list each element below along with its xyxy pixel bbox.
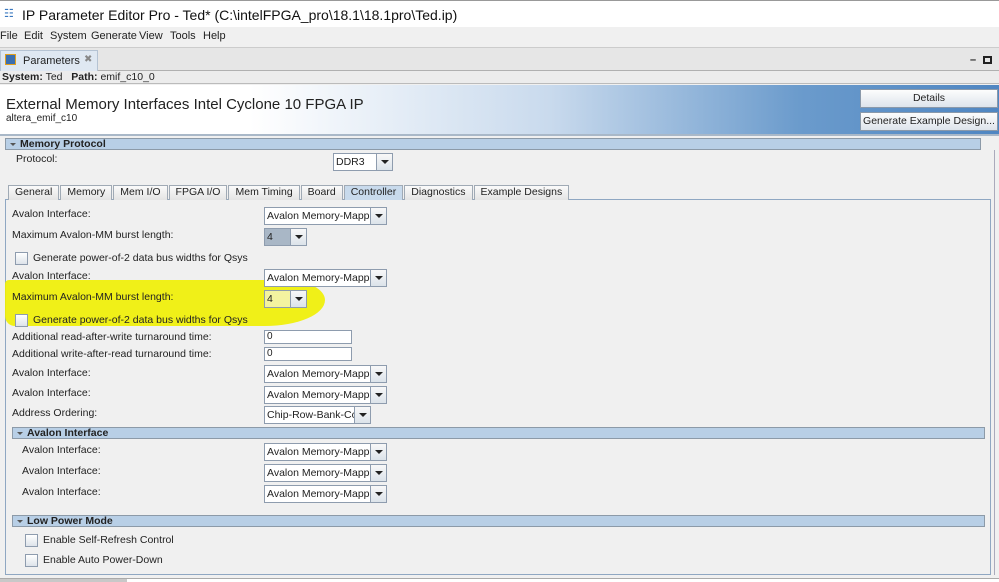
path-value: emif_c10_0 xyxy=(100,71,155,83)
avalon-interface-label: Avalon Interface: xyxy=(22,465,101,477)
select-value: Avalon Memory-Mapped xyxy=(267,272,382,284)
address-ordering-select[interactable]: Chip-Row-Bank-Col xyxy=(264,406,371,424)
tab-mem-timing[interactable]: Mem Timing xyxy=(228,185,300,200)
tab-general[interactable]: General xyxy=(8,185,60,200)
system-value: Ted xyxy=(45,71,63,83)
chevron-down-icon xyxy=(290,229,306,245)
window-title: IP Parameter Editor Pro - Ted* (C:\intel… xyxy=(22,7,458,23)
ip-subtitle: altera_emif_c10 xyxy=(6,113,78,124)
pow2-checkbox[interactable]: Generate power-of-2 data bus widths for … xyxy=(15,314,248,327)
select-value: 4 xyxy=(267,231,273,243)
close-icon[interactable]: ✖ xyxy=(84,54,92,65)
menu-system[interactable]: System xyxy=(50,30,87,42)
war-turnaround-label: Additional write-after-read turnaround t… xyxy=(12,348,212,360)
menu-help[interactable]: Help xyxy=(203,30,226,42)
raw-turnaround-label: Additional read-after-write turnaround t… xyxy=(12,331,212,343)
minimize-icon[interactable]: – xyxy=(970,54,976,66)
chevron-down-icon xyxy=(370,465,386,481)
burst-length-select[interactable]: 4 xyxy=(264,290,307,308)
parameters-tab-label: Parameters xyxy=(23,55,80,67)
pow2-checkbox[interactable]: Generate power-of-2 data bus widths for … xyxy=(15,252,248,265)
tab-example-designs[interactable]: Example Designs xyxy=(473,185,570,200)
select-value: Chip-Row-Bank-Col xyxy=(267,409,360,421)
tab-memory[interactable]: Memory xyxy=(60,185,113,200)
parameters-tab[interactable]: Parameters ✖ xyxy=(0,50,98,72)
menu-file[interactable]: File xyxy=(0,30,18,42)
select-value: Avalon Memory-Mapped xyxy=(267,446,382,458)
tab-mem-io[interactable]: Mem I/O xyxy=(113,185,168,200)
chevron-down-icon xyxy=(376,154,392,170)
protocol-label: Protocol: xyxy=(16,153,58,165)
chevron-down-icon xyxy=(370,270,386,286)
avalon-interface-label: Avalon Interface: xyxy=(22,444,101,456)
menu-bar: File Edit System Generate View Tools Hel… xyxy=(0,27,999,46)
protocol-select[interactable]: DDR3 xyxy=(333,153,393,171)
avalon-interface-select[interactable]: Avalon Memory-Mapped xyxy=(264,207,387,225)
parameters-icon xyxy=(5,54,16,65)
menu-edit[interactable]: Edit xyxy=(24,30,43,42)
chevron-down-icon xyxy=(354,407,370,423)
menu-tools[interactable]: Tools xyxy=(170,30,196,42)
tab-controller[interactable]: Controller xyxy=(343,185,404,200)
chevron-down-icon xyxy=(370,366,386,382)
panel-tab-bar: Parameters ✖ – xyxy=(0,47,999,72)
burst-length-label: Maximum Avalon-MM burst length: xyxy=(12,229,174,241)
avalon-interface-label: Avalon Interface: xyxy=(12,367,91,379)
select-value: 4 xyxy=(267,293,273,305)
ip-banner: External Memory Interfaces Intel Cyclone… xyxy=(0,85,999,136)
horizontal-scrollbar[interactable] xyxy=(0,578,999,582)
chevron-down-icon xyxy=(370,387,386,403)
memory-protocol-section[interactable]: Memory Protocol xyxy=(5,138,981,150)
select-value: Avalon Memory-Mapped xyxy=(267,210,382,222)
parameter-tabs: General Memory Mem I/O FPGA I/O Mem Timi… xyxy=(8,185,570,200)
low-power-mode-section[interactable]: Low Power Mode xyxy=(12,515,985,527)
vertical-scrollbar[interactable] xyxy=(994,150,998,575)
tab-fpga-io[interactable]: FPGA I/O xyxy=(168,185,228,200)
select-value: Avalon Memory-Mapped xyxy=(267,368,382,380)
self-refresh-checkbox[interactable]: Enable Self-Refresh Control xyxy=(25,534,174,547)
app-icon: ☷ xyxy=(4,8,14,20)
ip-title: External Memory Interfaces Intel Cyclone… xyxy=(6,96,364,113)
menu-view[interactable]: View xyxy=(139,30,163,42)
war-turnaround-input[interactable]: 0 xyxy=(264,347,352,361)
path-label: Path: xyxy=(71,71,98,83)
chevron-down-icon xyxy=(370,444,386,460)
avalon-interface-label: Avalon Interface: xyxy=(12,208,91,220)
avalon-interface-select[interactable]: Avalon Memory-Mapped xyxy=(264,386,387,404)
chevron-down-icon xyxy=(370,486,386,502)
avalon-interface-select[interactable]: Avalon Memory-Mapped xyxy=(264,365,387,383)
avalon-interface-label: Avalon Interface: xyxy=(12,387,91,399)
menu-generate[interactable]: Generate xyxy=(91,30,137,42)
avalon-interface-label: Avalon Interface: xyxy=(12,270,91,282)
select-value: Avalon Memory-Mapped xyxy=(267,488,382,500)
title-bar: ☷ IP Parameter Editor Pro - Ted* (C:\int… xyxy=(0,0,999,27)
protocol-value: DDR3 xyxy=(336,156,365,168)
avalon-interface-select[interactable]: Avalon Memory-Mapped xyxy=(264,269,387,287)
avalon-interface-select[interactable]: Avalon Memory-Mapped xyxy=(264,443,387,461)
avalon-interface-select[interactable]: Avalon Memory-Mapped xyxy=(264,464,387,482)
details-button[interactable]: Details xyxy=(860,89,998,108)
auto-power-down-checkbox[interactable]: Enable Auto Power-Down xyxy=(25,554,163,567)
tab-diagnostics[interactable]: Diagnostics xyxy=(404,185,473,200)
avalon-interface-label: Avalon Interface: xyxy=(22,486,101,498)
chevron-down-icon xyxy=(370,208,386,224)
avalon-interface-section[interactable]: Avalon Interface xyxy=(12,427,985,439)
chevron-down-icon xyxy=(290,291,306,307)
tab-board[interactable]: Board xyxy=(300,185,343,200)
system-label: System: xyxy=(2,71,43,83)
generate-example-design-button[interactable]: Generate Example Design... xyxy=(860,112,998,131)
raw-turnaround-input[interactable]: 0 xyxy=(264,330,352,344)
select-value: Avalon Memory-Mapped xyxy=(267,389,382,401)
burst-length-select[interactable]: 4 xyxy=(264,228,307,246)
avalon-interface-select[interactable]: Avalon Memory-Mapped xyxy=(264,485,387,503)
address-ordering-label: Address Ordering: xyxy=(12,407,98,419)
system-path-row: System: Ted Path: emif_c10_0 xyxy=(0,71,999,84)
burst-length-label: Maximum Avalon-MM burst length: xyxy=(12,291,174,303)
select-value: Avalon Memory-Mapped xyxy=(267,467,382,479)
restore-icon[interactable] xyxy=(983,56,992,64)
